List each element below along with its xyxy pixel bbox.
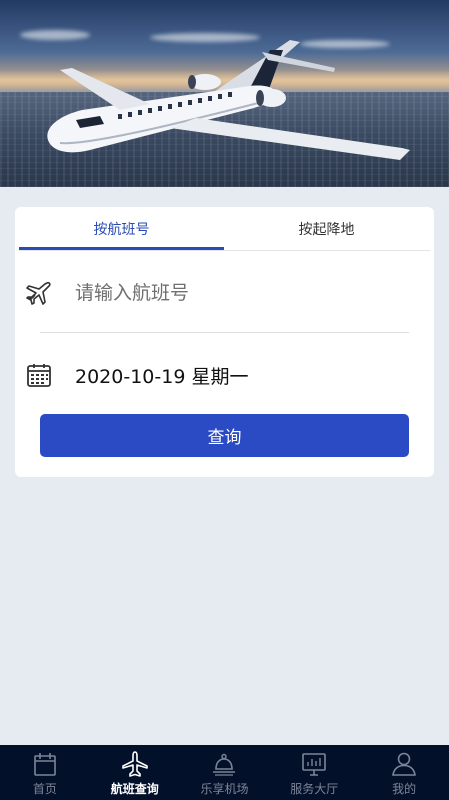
home-icon: [32, 750, 58, 778]
airplane-icon: [121, 750, 148, 778]
tab-by-flight-number[interactable]: 按航班号: [19, 207, 224, 251]
bottom-navigation: 首页 航班查询 乐享机场 服务大厅 我的: [0, 745, 449, 800]
tab-by-route[interactable]: 按起降地: [224, 207, 429, 251]
search-mode-tabs: 按航班号 按起降地: [19, 207, 430, 251]
airplane-icon: [25, 279, 53, 307]
row-divider: [40, 332, 409, 333]
nav-label: 首页: [32, 782, 57, 796]
nav-item-airport-enjoy[interactable]: 乐享机场: [180, 745, 270, 800]
query-button[interactable]: 查询: [40, 414, 409, 457]
nav-item-flight-search[interactable]: 航班查询: [90, 745, 180, 800]
date-value[interactable]: 2020-10-19 星期一: [75, 362, 248, 389]
user-icon: [391, 750, 417, 778]
nav-item-service-hall[interactable]: 服务大厅: [269, 745, 359, 800]
flight-number-row: [25, 268, 394, 318]
nav-item-home[interactable]: 首页: [0, 745, 90, 800]
concierge-icon: [211, 750, 237, 778]
hero-banner: [0, 0, 449, 187]
nav-label: 我的: [392, 782, 417, 796]
monitor-icon: [301, 750, 327, 778]
date-row[interactable]: 2020-10-19 星期一: [25, 350, 394, 400]
calendar-icon: [25, 361, 53, 389]
flight-number-input[interactable]: [75, 282, 375, 304]
nav-item-mine[interactable]: 我的: [359, 745, 449, 800]
nav-label: 乐享机场: [200, 782, 249, 796]
nav-label: 服务大厅: [290, 782, 339, 796]
airplane-illustration: [47, 40, 410, 160]
nav-label: 航班查询: [110, 782, 159, 796]
active-tab-indicator: [19, 247, 224, 250]
